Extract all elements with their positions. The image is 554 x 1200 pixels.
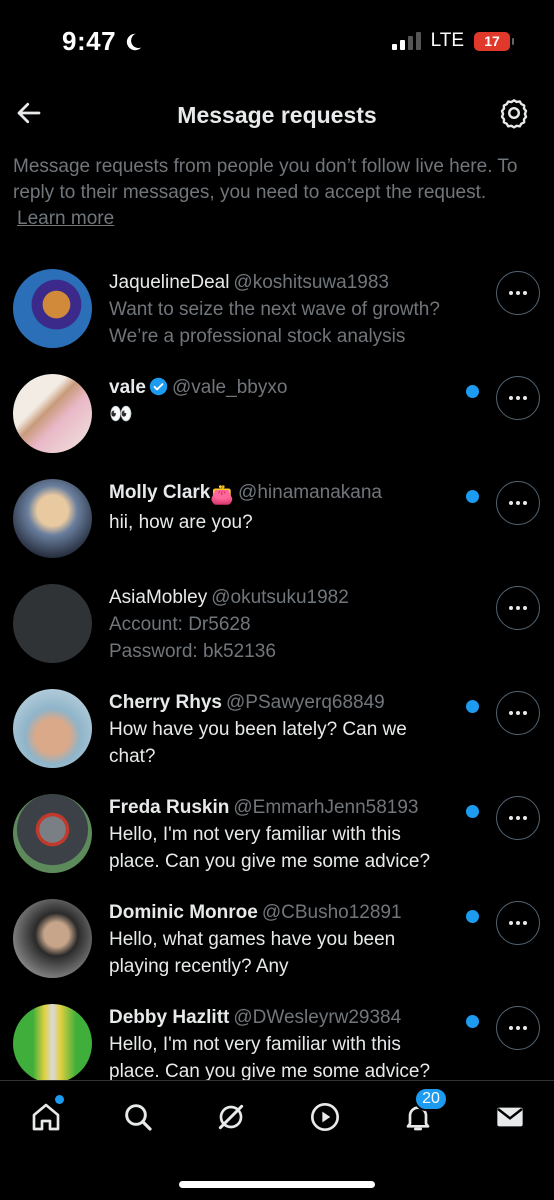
sender-name: AsiaMobley	[109, 587, 208, 608]
search-icon	[125, 1104, 152, 1131]
nav-home[interactable]	[26, 1095, 66, 1137]
sender-name: JaquelineDeal	[109, 272, 230, 293]
sender-handle: @EmmarhJenn58193	[233, 797, 419, 818]
avatar[interactable]	[13, 794, 92, 873]
sender-name: Cherry Rhys	[109, 692, 222, 713]
avatar[interactable]	[13, 374, 92, 453]
gear-icon[interactable]	[498, 97, 530, 129]
avatar[interactable]	[13, 584, 92, 663]
more-options-button[interactable]	[496, 1006, 540, 1050]
nav-notifications[interactable]: 20	[398, 1087, 448, 1137]
more-options-button[interactable]	[496, 901, 540, 945]
avatar[interactable]	[13, 269, 92, 348]
status-indicators: LTE 17	[391, 30, 514, 52]
list-item[interactable]: Cherry Rhys @PSawyerq68849 How have you b…	[0, 680, 554, 785]
avatar[interactable]	[13, 479, 92, 558]
header: Message requests	[0, 84, 554, 146]
unread-indicator	[466, 910, 479, 923]
sender-name: Molly Clark	[109, 482, 211, 503]
home-notification-dot	[55, 1095, 64, 1104]
time-label: 9:47	[62, 26, 117, 56]
list-item[interactable]: Molly Clark👛 @hinamanakana hii, how are y…	[0, 470, 554, 575]
more-options-button[interactable]	[496, 586, 540, 630]
message-preview-cont: playing recently? Any	[109, 956, 289, 977]
verified-badge-icon	[149, 377, 168, 396]
home-indicator	[179, 1181, 375, 1188]
more-options-button[interactable]	[496, 271, 540, 315]
unread-indicator	[466, 490, 479, 503]
network-label: LTE	[430, 30, 464, 51]
sender-name: Dominic Monroe	[109, 902, 258, 923]
message-preview: hii, how are you?	[109, 512, 253, 533]
nav-search[interactable]	[118, 1097, 158, 1137]
list-item[interactable]: vale @vale_bbyxo 👀	[0, 365, 554, 470]
avatar[interactable]	[13, 689, 92, 768]
message-preview: Hello, I'm not very familiar with this	[109, 824, 401, 845]
mail-icon	[497, 1107, 523, 1127]
page-title: Message requests	[177, 101, 377, 128]
more-options-button[interactable]	[496, 796, 540, 840]
more-options-button[interactable]	[496, 691, 540, 735]
message-preview-cont: We’re a professional stock analysis	[109, 326, 406, 347]
message-preview: Want to seize the next wave of growth?	[109, 299, 440, 320]
play-icon	[311, 1103, 339, 1131]
list-item[interactable]: Freda Ruskin @EmmarhJenn58193 Hello, I'm …	[0, 785, 554, 890]
home-icon	[32, 1103, 60, 1131]
battery-icon: 17	[474, 31, 514, 51]
message-preview: How have you been lately? Can we	[109, 719, 407, 740]
sender-handle: @CBusho12891	[261, 902, 402, 923]
back-arrow-icon[interactable]	[14, 98, 44, 128]
unread-indicator	[466, 805, 479, 818]
sender-handle: @DWesleyrw29384	[233, 1007, 402, 1028]
more-options-button[interactable]	[496, 376, 540, 420]
avatar[interactable]	[13, 1004, 92, 1083]
nav-video[interactable]	[305, 1097, 345, 1137]
list-item[interactable]: AsiaMobley @okutsuku1982 Account: Dr5628 …	[0, 575, 554, 680]
unread-indicator	[466, 1015, 479, 1028]
notification-count-badge: 20	[414, 1087, 448, 1111]
message-preview: 👀	[109, 404, 133, 425]
unread-indicator	[466, 700, 479, 713]
battery-level: 17	[484, 33, 500, 49]
status-time: 9:47	[62, 26, 144, 57]
purse-emoji: 👛	[210, 485, 235, 506]
avatar[interactable]	[13, 899, 92, 978]
sender-handle: @PSawyerq68849	[226, 692, 385, 713]
list-item[interactable]: JaquelineDeal @koshitsuwa1983 Want to sei…	[0, 260, 554, 365]
sender-handle: @vale_bbyxo	[171, 377, 288, 398]
unread-indicator	[466, 385, 479, 398]
request-list: JaquelineDeal @koshitsuwa1983 Want to sei…	[0, 260, 554, 1100]
sender-handle: @hinamanakana	[238, 482, 382, 503]
message-preview-cont: Password: bk52136	[109, 641, 276, 662]
sender-handle: @koshitsuwa1983	[233, 272, 389, 293]
sender-name: vale	[109, 377, 146, 398]
info-description: Message requests from people you don’t f…	[13, 156, 518, 203]
message-preview-cont: place. Can you give me some advice?	[109, 851, 431, 872]
moon-icon	[126, 33, 142, 50]
sender-name: Debby Hazlitt	[109, 1007, 230, 1028]
message-preview: Hello, what games have you been	[109, 929, 396, 950]
message-preview-cont: chat?	[109, 746, 156, 767]
learn-more-link[interactable]: Learn more	[17, 208, 114, 229]
sender-handle: @okutsuku1982	[211, 587, 349, 608]
signal-icon	[391, 32, 421, 50]
message-preview: Hello, I'm not very familiar with this	[109, 1034, 401, 1055]
nav-messages[interactable]	[490, 1097, 530, 1137]
list-item[interactable]: Dominic Monroe @CBusho12891 Hello, what g…	[0, 890, 554, 995]
grok-icon	[218, 1104, 244, 1130]
message-preview: Account: Dr5628	[109, 614, 251, 635]
sender-name: Freda Ruskin	[109, 797, 230, 818]
more-options-button[interactable]	[496, 481, 540, 525]
info-text: Message requests from people you don’t f…	[13, 154, 543, 232]
status-bar: 9:47 LTE 17	[0, 0, 554, 84]
nav-grok[interactable]	[211, 1097, 251, 1137]
